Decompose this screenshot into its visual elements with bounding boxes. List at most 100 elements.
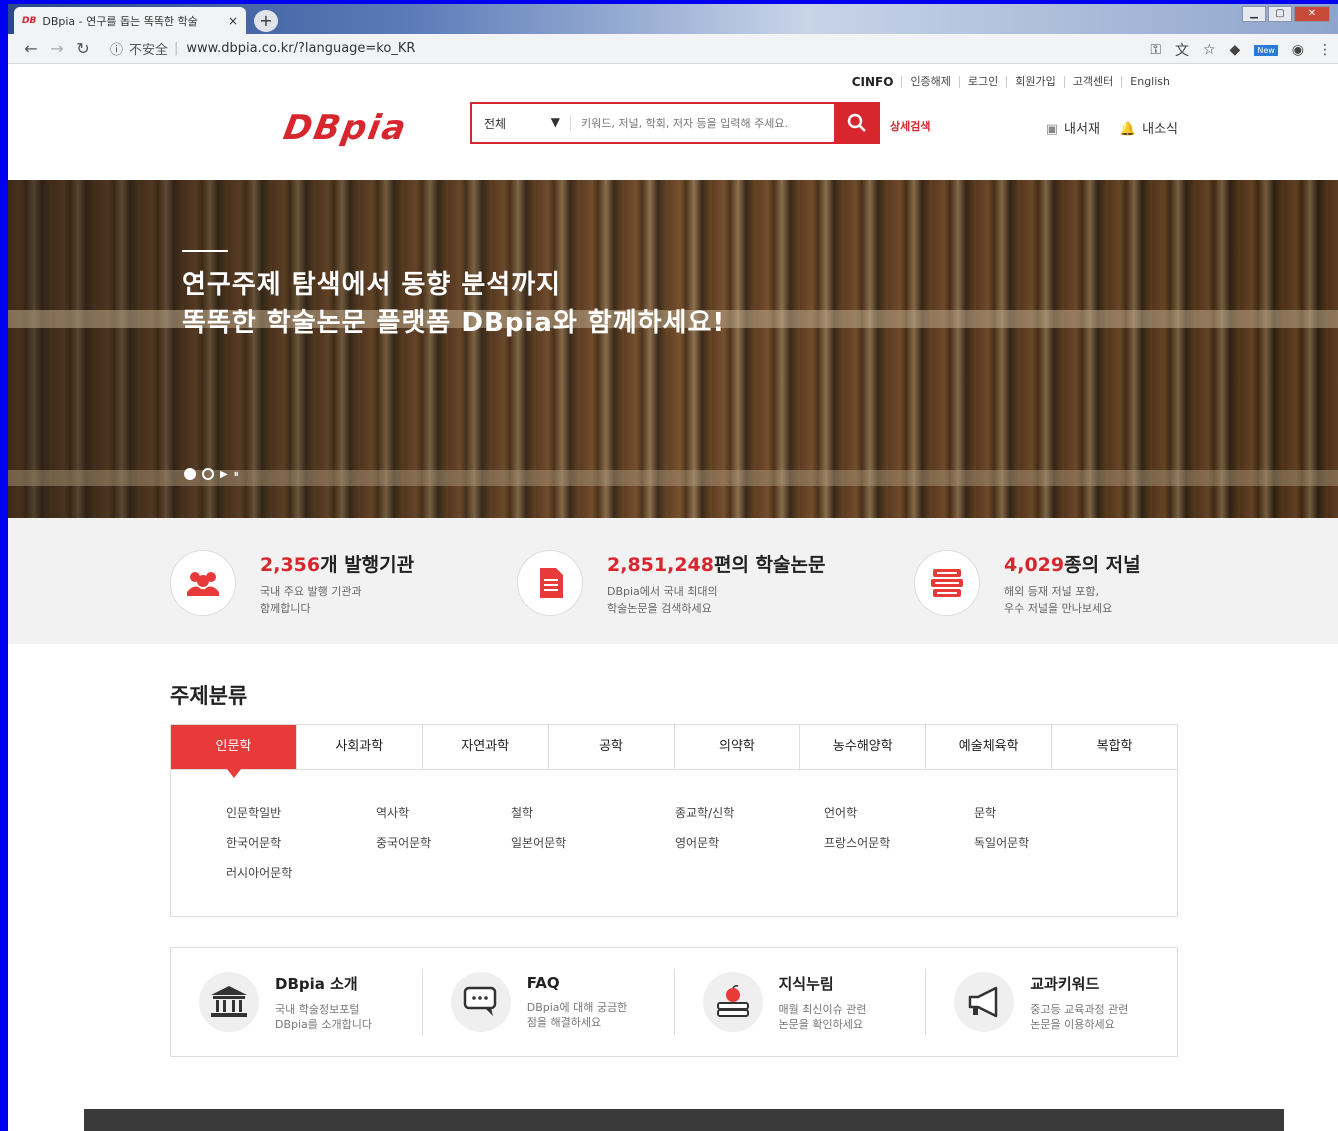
service-about[interactable]: DBpia 소개 국내 학술정보포털 DBpia를 소개합니다: [171, 969, 422, 1035]
service-title: 교과키워드: [1030, 974, 1100, 993]
stat-desc: DBpia에서 국내 최대의 학술논문을 검색하세요: [607, 585, 718, 615]
hero-headline: 연구주제 탐색에서 동향 분석까지 똑똑한 학술논문 플랫폼 DBpia와 함께…: [182, 266, 725, 342]
stat-unit: 편의 학술논문: [713, 554, 826, 576]
top-link-login[interactable]: 로그인: [958, 76, 1006, 88]
hero-line-2: 똑똑한 학술논문 플랫폼 DBpia와 함께하세요!: [182, 308, 726, 338]
subject-item[interactable]: 철학: [511, 804, 675, 821]
tab-arts-sports[interactable]: 예술체육학: [925, 725, 1052, 769]
subject-item[interactable]: 종교학/신학: [675, 804, 824, 821]
users-icon: [170, 550, 236, 616]
top-link-cert-release[interactable]: 인증해제: [901, 76, 958, 88]
carousel-dot-2[interactable]: [202, 468, 214, 480]
my-library-label: 내서재: [1064, 122, 1100, 137]
search-category-label: 전체: [484, 116, 507, 131]
service-title: 지식누림: [778, 974, 834, 993]
user-links: ▣ 내서재 🔔 내소식: [1046, 118, 1178, 137]
forward-icon[interactable]: →: [44, 39, 70, 58]
notices-label: 내소식: [1142, 122, 1178, 137]
stat-papers: 2,851,248편의 학술논문 DBpia에서 국내 최대의 학술논문을 검색…: [517, 550, 825, 617]
tab-agriculture-marine[interactable]: 농수해양학: [799, 725, 926, 769]
insecure-label: 不安全: [129, 43, 169, 58]
url-field[interactable]: ⓘ 不安全 | www.dbpia.co.kr/?language=ko_KR: [110, 39, 415, 58]
subject-item[interactable]: 독일어문학: [974, 834, 1124, 851]
top-link-signup[interactable]: 회원가입: [1006, 76, 1063, 88]
top-link-support[interactable]: 고객센터: [1063, 76, 1121, 88]
extension-icon[interactable]: ◆: [1230, 42, 1241, 58]
footer-bar: [84, 1109, 1284, 1131]
profile-icon[interactable]: ◉: [1292, 42, 1304, 58]
advanced-search-link[interactable]: 상세검색: [890, 118, 930, 134]
new-badge[interactable]: New: [1254, 44, 1278, 56]
top-link-english[interactable]: English: [1121, 76, 1178, 88]
hero-banner: 연구주제 탐색에서 동향 분석까지 똑똑한 학술논문 플랫폼 DBpia와 함께…: [8, 180, 1338, 518]
browser-tab[interactable]: DB DBpia - 연구를 돕는 똑똑한 학술 ×: [14, 7, 246, 34]
reload-icon[interactable]: ↻: [70, 39, 96, 58]
back-icon[interactable]: ←: [18, 39, 44, 58]
close-tab-icon[interactable]: ×: [228, 14, 238, 28]
document-icon: [517, 550, 583, 616]
subject-item[interactable]: 언어학: [824, 804, 974, 821]
star-icon[interactable]: ☆: [1203, 42, 1216, 58]
apple-book-icon: [702, 972, 763, 1032]
subject-item[interactable]: 프랑스어문학: [824, 834, 974, 851]
service-title: FAQ: [526, 974, 560, 992]
my-library-link[interactable]: ▣ 내서재: [1046, 118, 1100, 137]
translate-icon[interactable]: 文: [1175, 40, 1189, 60]
bell-icon: 🔔: [1119, 122, 1137, 137]
tab-strip: DB DBpia - 연구를 돕는 똑똑한 학술 × + ▁ ▢ ✕: [8, 4, 1338, 34]
tab-engineering[interactable]: 공학: [547, 725, 674, 769]
caret-down-icon: ▼: [550, 114, 560, 129]
browser-chrome: DB DBpia - 연구를 돕는 똑똑한 학술 × + ▁ ▢ ✕ ← → ↻…: [8, 4, 1338, 64]
subject-item[interactable]: 러시아어문학: [226, 864, 376, 881]
play-icon[interactable]: ▶: [220, 469, 228, 480]
minimize-icon[interactable]: ▁: [1242, 6, 1266, 22]
maximize-icon[interactable]: ▢: [1268, 6, 1292, 22]
tab-title: DBpia - 연구를 돕는 똑똑한 학술: [42, 14, 198, 28]
subject-item[interactable]: 일본어문학: [511, 834, 675, 851]
library-icon: ▣: [1045, 122, 1059, 137]
service-desc: 중고등 교육과정 관련 논문을 이용하세요: [1030, 1002, 1129, 1031]
favicon-icon: DB: [22, 15, 37, 26]
stat-publishers: 2,356개 발행기관 국내 주요 발행 기관과 함께합니다: [170, 550, 414, 617]
search-button[interactable]: [834, 102, 880, 144]
subject-item[interactable]: 영어문학: [675, 834, 824, 851]
menu-icon[interactable]: ⋮: [1318, 42, 1332, 58]
notices-link[interactable]: 🔔 내소식: [1120, 118, 1178, 137]
chat-icon: [450, 972, 511, 1032]
subject-tabs: 인문학 사회과학 자연과학 공학 의약학 농수해양학 예술체육학 복합학: [171, 725, 1177, 778]
service-knowledge[interactable]: 지식누림 매월 최신이슈 관련 논문을 확인하세요: [673, 969, 926, 1035]
stats-section: 2,356개 발행기관 국내 주요 발행 기관과 함께합니다 2,851,248…: [8, 518, 1338, 644]
stat-number: 4,029: [1004, 554, 1065, 576]
subject-item[interactable]: 중국어문학: [376, 834, 511, 851]
new-tab-button[interactable]: +: [254, 10, 278, 32]
service-links: DBpia 소개 국내 학술정보포털 DBpia를 소개합니다 FAQ DBpi…: [170, 947, 1178, 1057]
pause-icon[interactable]: ⏸: [234, 469, 239, 480]
info-icon[interactable]: ⓘ: [110, 39, 123, 58]
service-keywords[interactable]: 교과키워드 중고등 교육과정 관련 논문을 이용하세요: [925, 969, 1177, 1035]
service-faq[interactable]: FAQ DBpia에 대해 궁금한 점을 해결하세요: [421, 969, 674, 1035]
subject-item[interactable]: 인문학일반: [226, 804, 376, 821]
tab-humanities[interactable]: 인문학: [171, 725, 296, 778]
search-input[interactable]: [571, 104, 834, 142]
carousel-controls: ▶ ⏸: [184, 468, 239, 480]
subject-section-title: 주제분류: [170, 684, 248, 708]
subject-item[interactable]: 한국어문학: [226, 834, 376, 851]
service-title: DBpia 소개: [275, 974, 358, 993]
tab-social-science[interactable]: 사회과학: [295, 725, 422, 769]
subject-item[interactable]: 역사학: [376, 804, 511, 821]
search-bar: 전체 ▼: [470, 102, 880, 144]
tab-interdisciplinary[interactable]: 복합학: [1051, 725, 1177, 769]
stat-journals: 4,029종의 저널 해외 등재 저널 포함, 우수 저널을 만나보세요: [914, 550, 1141, 617]
books-icon: [914, 550, 980, 616]
tab-medicine[interactable]: 의약학: [673, 725, 800, 769]
search-category-select[interactable]: 전체 ▼: [472, 115, 570, 132]
key-icon[interactable]: ⚿: [1150, 42, 1161, 58]
top-link-cinfo[interactable]: CINFO: [844, 76, 902, 88]
tab-natural-science[interactable]: 자연과학: [421, 725, 548, 769]
search-icon: [847, 113, 866, 132]
carousel-dot-1[interactable]: [184, 468, 196, 480]
close-window-icon[interactable]: ✕: [1294, 6, 1330, 22]
subject-item[interactable]: 문학: [974, 804, 1124, 821]
top-links: CINFO 인증해제 로그인 회원가입 고객센터 English: [844, 76, 1178, 88]
dbpia-logo[interactable]: DBpia: [280, 108, 410, 148]
